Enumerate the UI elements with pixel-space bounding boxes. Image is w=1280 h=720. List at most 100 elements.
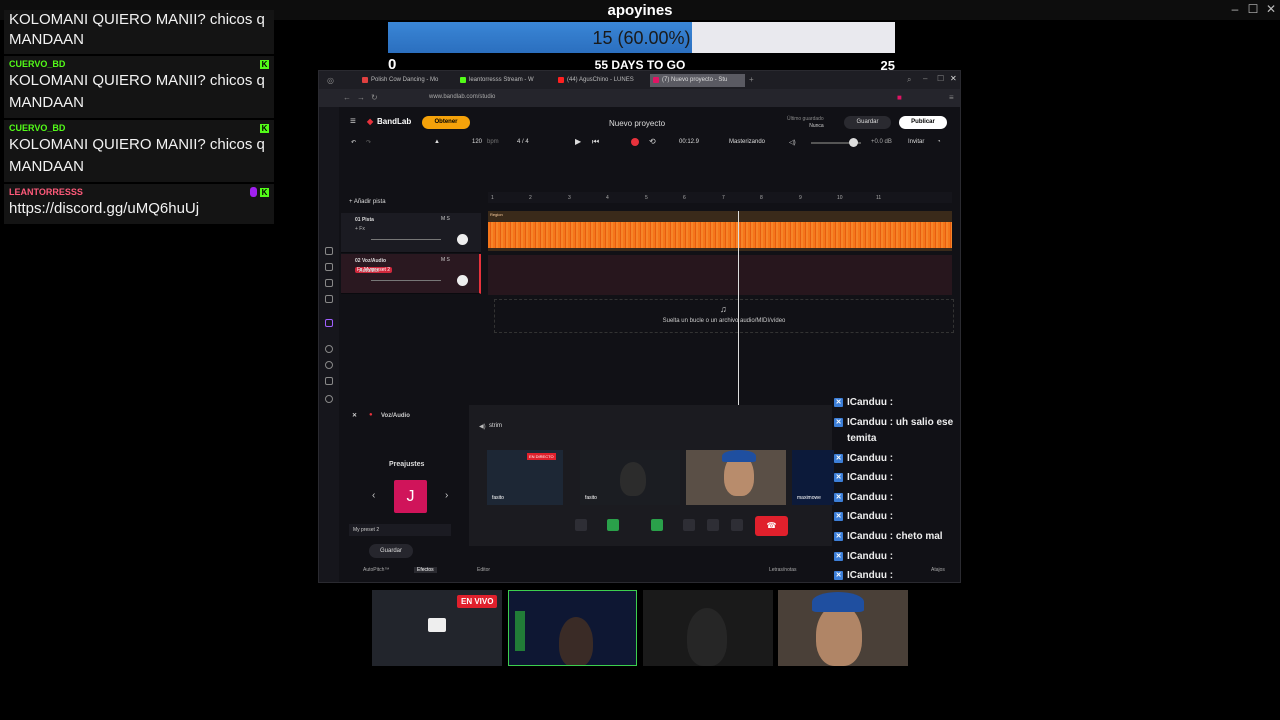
invite-button[interactable]: Invitar (908, 139, 924, 145)
back-icon[interactable]: ← (343, 93, 351, 102)
undo-icon[interactable]: ↶ (351, 139, 356, 146)
participant-video[interactable] (686, 450, 786, 505)
lyrics-tab[interactable]: Letras/notas (769, 567, 797, 573)
track-volume-slider[interactable] (371, 280, 441, 281)
activities-icon[interactable] (683, 519, 695, 531)
browser-tab-active[interactable]: (7) Nuevo proyecto - Stu (650, 74, 745, 87)
track-lane-2[interactable] (488, 255, 952, 295)
publish-button[interactable]: Publicar (899, 116, 947, 129)
discord-call-overlay: ◀) strim EN DIRECTO fasito fasito maximo… (469, 405, 834, 546)
participant-video[interactable]: fasito (580, 450, 680, 505)
disconnect-button[interactable]: ☎ (755, 516, 788, 536)
volume-icon[interactable]: ◁) (789, 139, 796, 146)
preset-save-button[interactable]: Guardar (369, 544, 413, 558)
reload-icon[interactable]: ↻ (371, 93, 378, 102)
minimize-icon[interactable]: – (1227, 2, 1243, 16)
participant-video[interactable]: EN DIRECTO fasito (487, 450, 563, 505)
forward-icon[interactable]: → (357, 93, 365, 102)
ruler-number: 5 (645, 195, 648, 201)
master-volume-knob[interactable] (849, 138, 858, 147)
automix-row[interactable]: AutoMix (341, 265, 481, 277)
more-icon[interactable] (731, 519, 743, 531)
metronome-icon[interactable]: ▲ (434, 139, 440, 145)
mic-icon[interactable] (575, 519, 587, 531)
track-volume-slider[interactable] (371, 239, 441, 240)
track-lane-1[interactable]: Region (488, 211, 952, 251)
skip-back-icon[interactable]: ⏮ (592, 137, 599, 147)
chat-username: LEANTORRESSS (9, 187, 83, 197)
browser-icon: ◎ (327, 76, 334, 85)
participant-video[interactable]: maximowe (792, 450, 834, 505)
editor-tab[interactable]: Editor (477, 567, 490, 573)
time-signature[interactable]: 4 / 4 (517, 139, 529, 145)
mute-solo-buttons[interactable]: M S (441, 216, 450, 222)
close-icon[interactable]: ✕ (1263, 2, 1279, 16)
rail-icon[interactable] (325, 295, 333, 303)
rail-icon[interactable] (325, 247, 333, 255)
call-controls: ☎ (565, 516, 795, 536)
screenshare-icon[interactable] (651, 519, 663, 531)
play-icon[interactable]: ▶ (575, 137, 581, 146)
search-icon[interactable]: ⌕ (907, 75, 911, 85)
save-button[interactable]: Guardar (844, 116, 891, 129)
redo-icon[interactable]: ↷ (366, 139, 371, 146)
notifications-icon[interactable]: ◔ (937, 139, 941, 145)
next-preset-icon[interactable]: › (445, 490, 448, 501)
side-chat-user: ICanduu (847, 491, 887, 503)
browser-tab[interactable]: (44) AgusChino - LUNES (555, 74, 647, 87)
audio-waveform[interactable] (488, 222, 952, 248)
maximize-icon[interactable]: ☐ (1245, 2, 1261, 16)
extension-icon[interactable]: ■ (897, 93, 902, 102)
rail-icon[interactable] (325, 361, 333, 369)
hamburger-icon[interactable]: ≡ (350, 116, 356, 127)
track-header-1[interactable]: 01 Pista + Fx M S (341, 213, 481, 253)
autopitch-tab[interactable]: AutoPitch™ (363, 567, 389, 573)
presets-title: Preajustes (389, 461, 425, 468)
effects-tab[interactable]: Efectos (414, 567, 437, 573)
maximize-icon[interactable]: ☐ (937, 74, 944, 83)
settings-icon[interactable] (325, 395, 333, 403)
prev-preset-icon[interactable]: ‹ (372, 490, 375, 501)
preset-select[interactable]: My preset 2 (349, 524, 451, 536)
browser-tab[interactable]: leantorresss Stream - W (457, 74, 552, 87)
rail-icon[interactable] (325, 279, 333, 287)
rail-icon[interactable] (325, 377, 333, 385)
menu-icon[interactable]: ≡ (949, 93, 954, 102)
loop-icon[interactable]: ⟲ (649, 137, 656, 146)
playhead[interactable] (738, 211, 739, 407)
browser-tab[interactable]: Polish Cow Dancing - Mo (359, 74, 454, 87)
minimize-icon[interactable]: – (923, 74, 927, 83)
track-name[interactable]: 01 Pista (355, 217, 374, 223)
track-name[interactable]: 02 Voz/Audio (355, 258, 386, 264)
bpm-value[interactable]: 120 (472, 139, 482, 145)
camera-icon[interactable] (607, 519, 619, 531)
record-icon[interactable] (631, 138, 639, 146)
rail-icon[interactable] (325, 345, 333, 353)
gain-readout: +0.0 dB (871, 139, 892, 145)
add-track-button[interactable]: + Añadir pista (349, 199, 386, 205)
side-chat-user: ICanduu (847, 416, 887, 428)
rail-icon[interactable] (325, 263, 333, 271)
soundboard-icon[interactable] (707, 519, 719, 531)
close-icon[interactable]: ✕ (950, 74, 957, 83)
mute-solo-buttons[interactable]: M S (441, 257, 450, 263)
project-title[interactable]: Nuevo proyecto (609, 119, 665, 128)
twitch-icon[interactable] (325, 319, 333, 327)
chat-message: CUERVO_BD KOLOMANI QUIERO MANII? chicos … (4, 120, 274, 184)
close-panel-icon[interactable]: ✕ (352, 412, 357, 419)
obtener-button[interactable]: Obtener (422, 116, 470, 129)
new-tab-icon[interactable]: + (749, 75, 754, 84)
address-bar[interactable]: ← → ↻ www.bandlab.com/studio ■ ≡ (319, 89, 960, 107)
goal-progress-bar: 15 (60.00%) (388, 22, 895, 53)
mastering-label[interactable]: Masterizando (729, 139, 765, 145)
chat-message: LEANTORRESSS https://discord.gg/uMQ6huUj… (4, 184, 274, 226)
timeline-ruler[interactable]: 1 2 3 4 5 6 7 8 9 10 11 (488, 192, 952, 203)
track-fx[interactable]: + Fx (355, 226, 365, 232)
preset-thumbnail[interactable]: J (394, 480, 427, 513)
drop-zone[interactable]: ♫ Suelta un bucle o un archivo audio/MID… (494, 299, 954, 333)
speaker-icon: ◀) (479, 424, 486, 430)
chat-badge-icon: ✕ (834, 417, 843, 427)
url-text[interactable]: www.bandlab.com/studio (429, 94, 495, 100)
pan-knob[interactable] (457, 234, 468, 245)
bpm-unit: bpm (487, 139, 499, 145)
